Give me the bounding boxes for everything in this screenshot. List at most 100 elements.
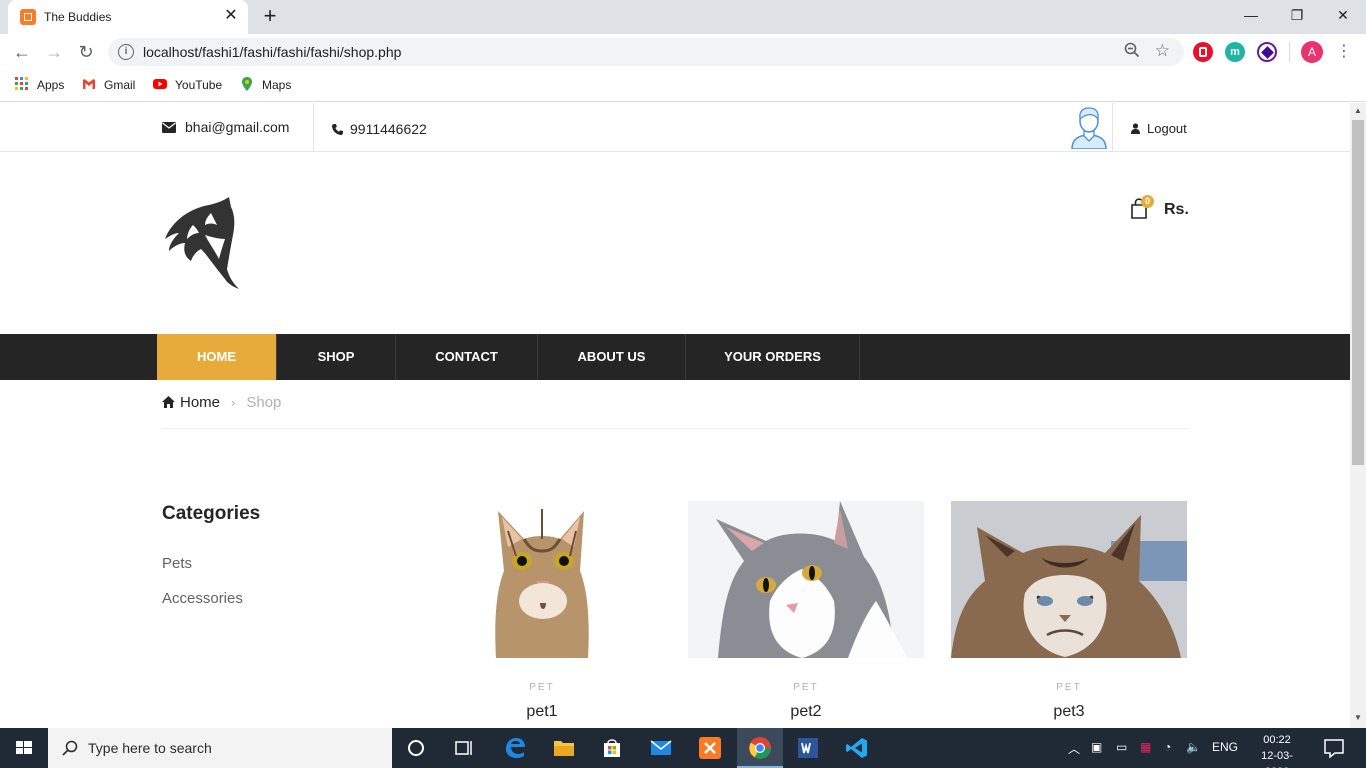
restore-icon[interactable]: ❐ [1274,0,1320,32]
toolbar-divider [1289,42,1290,62]
back-icon[interactable]: ← [10,40,34,64]
apps-grid-icon [15,77,28,90]
maps-pin-icon [242,77,252,91]
windows-taskbar: Type here to search ︿ ▣ ▭ ▦ ◔ 🔈 ENG 00:2… [0,728,1366,768]
browser-tab-strip: The Buddies ✕ + — ❐ ✕ [0,0,1366,34]
bookmark-star-icon[interactable]: ☆ [1155,41,1170,61]
bookmark-gmail-label: Gmail [104,78,136,92]
main-nav: HOME SHOP CONTACT ABOUT US YOUR ORDERS [0,334,1350,380]
gmail-icon [83,79,95,89]
category-accessories[interactable]: Accessories [162,590,243,607]
chrome-profile-avatar[interactable]: A [1301,41,1323,63]
search-icon [62,740,78,756]
product-name[interactable]: pet1 [424,703,660,721]
logout-label: Logout [1147,121,1187,136]
bookmarks-bar: Apps Gmail YouTube Maps [0,70,1366,102]
window-close-icon[interactable]: ✕ [1320,0,1366,32]
bookmark-apps-label: Apps [37,78,65,92]
header-top-bar: bhai@gmail.com 9911446622 Logout [0,103,1350,152]
browser-tab[interactable]: The Buddies ✕ [8,0,248,34]
user-avatar-icon[interactable] [1069,105,1109,149]
tray-chevron-icon[interactable]: ︿ [1068,740,1080,757]
wolf-logo-icon[interactable] [163,195,245,289]
nav-about-us[interactable]: ABOUT US [538,334,686,380]
youtube-icon [153,79,167,89]
m-extension-icon[interactable]: m [1225,42,1245,62]
home-icon [162,396,175,408]
scroll-up-icon[interactable]: ▲ [1354,106,1362,115]
mail-icon[interactable] [649,736,673,760]
nav-shop[interactable]: SHOP [277,334,396,380]
minimize-icon[interactable]: — [1228,0,1274,32]
file-explorer-icon[interactable] [552,736,576,760]
category-pets[interactable]: Pets [162,555,192,572]
adblock-extension-icon[interactable] [1193,42,1213,62]
forward-icon[interactable]: → [42,40,66,64]
reload-icon[interactable]: ↻ [74,40,98,64]
tab-close-icon[interactable]: ✕ [222,7,240,25]
categories-title: Categories [162,503,261,524]
product-category-tag: PET [1056,682,1082,693]
header-email: bhai@gmail.com [162,119,289,135]
xampp-favicon-icon [20,9,36,25]
bookmark-gmail[interactable]: Gmail [82,77,135,92]
phone-icon [332,124,343,135]
clock[interactable]: 00:22 12-03-2020 [1250,732,1304,768]
nav-your-orders[interactable]: YOUR ORDERS [686,334,860,380]
clock-time: 00:22 [1263,734,1291,746]
chevron-right-icon: › [231,395,236,410]
bookmark-apps[interactable]: Apps [15,77,64,92]
purple-extension-icon[interactable] [1257,42,1277,62]
bookmark-maps[interactable]: Maps [240,77,291,92]
task-view-icon[interactable] [452,736,476,760]
language-indicator[interactable]: ENG [1212,740,1238,754]
breadcrumb: Home › Shop [162,394,281,411]
edge-icon[interactable] [503,736,527,760]
bookmark-youtube-label: YouTube [175,78,223,92]
xampp-icon[interactable] [698,736,722,760]
wifi-icon[interactable]: ◔ [1164,740,1171,754]
scroll-down-icon[interactable]: ▼ [1354,713,1362,722]
url-text[interactable]: localhost/fashi1/fashi/fashi/fashi/shop.… [143,44,401,60]
logout-link[interactable]: Logout [1131,121,1187,136]
chrome-icon[interactable] [748,736,772,760]
web-page: bhai@gmail.com 9911446622 Logout 0 Rs. H… [0,103,1350,728]
cortana-icon[interactable] [404,736,428,760]
chrome-menu-icon[interactable]: ⋮ [1336,41,1352,61]
topbar-divider [313,103,314,152]
bookmark-youtube[interactable]: YouTube [153,77,222,92]
clock-date: 12-03-2020 [1261,750,1293,768]
m-extension-label: m [1230,46,1240,58]
grey-white-cat-image[interactable] [688,501,924,658]
vscode-icon[interactable] [845,736,869,760]
new-tab-icon[interactable]: + [258,5,282,29]
taskbar-search[interactable]: Type here to search [48,728,392,768]
notification-icon[interactable] [1322,736,1346,760]
address-bar[interactable]: i localhost/fashi1/fashi/fashi/fashi/sho… [108,38,1184,66]
site-info-icon[interactable]: i [118,44,134,60]
battery-icon[interactable]: ▭ [1116,740,1127,754]
user-icon [1131,123,1140,134]
envelope-icon [162,122,176,133]
product-category-tag: PET [529,682,555,693]
breadcrumb-home[interactable]: Home [180,394,220,411]
nav-home[interactable]: HOME [157,334,277,380]
product-name[interactable]: pet2 [688,703,924,721]
windows-start-icon[interactable] [0,728,48,768]
tray-app-icon[interactable]: ▦ [1140,740,1151,754]
browser-toolbar: ← → ↻ i localhost/fashi1/fashi/fashi/fas… [0,34,1366,70]
tray-apps-icon[interactable]: ▣ [1091,740,1102,754]
header-phone: 9911446622 [332,121,427,137]
volume-icon[interactable]: 🔈 [1186,740,1201,754]
breadcrumb-current: Shop [246,394,282,411]
scrollbar-thumb[interactable] [1352,120,1364,465]
grumpy-cat-image[interactable] [951,501,1187,658]
store-icon[interactable] [600,736,624,760]
product-name[interactable]: pet3 [951,703,1187,721]
page-scrollbar[interactable]: ▲ ▼ [1350,103,1366,728]
word-icon[interactable] [796,736,820,760]
nav-contact[interactable]: CONTACT [396,334,538,380]
cart-price: Rs. [1164,201,1189,218]
zoom-icon[interactable] [1124,42,1140,62]
tabby-cat-image[interactable] [424,501,660,658]
